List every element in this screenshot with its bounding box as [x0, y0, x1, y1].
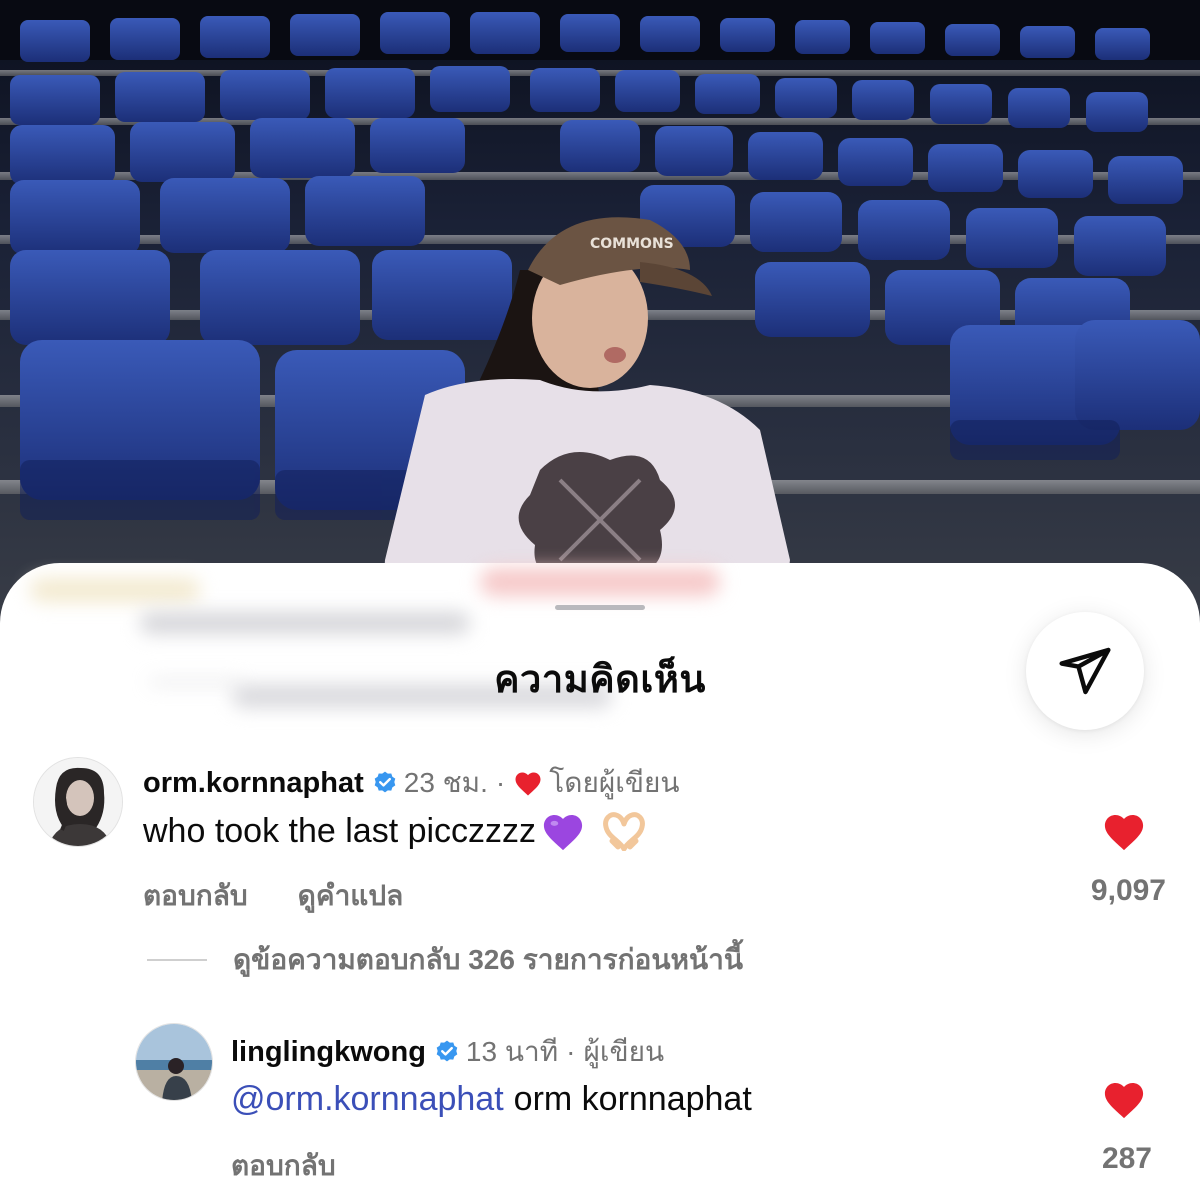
view-replies-button[interactable]: ดูข้อความตอบกลับ 326 รายการก่อนหน้านี้	[147, 938, 743, 982]
blurred-background-content	[140, 612, 470, 634]
comment-meta: linglingkwong 13 นาที · ผู้เขียน	[231, 1030, 664, 1074]
share-button[interactable]	[1026, 612, 1144, 730]
profile-photo	[34, 758, 122, 846]
avatar[interactable]	[33, 757, 123, 847]
sheet-title: ความคิดเห็น	[494, 659, 706, 701]
verified-badge-icon	[372, 770, 398, 796]
separator-dot: ·	[566, 1036, 576, 1067]
comment-text: orm kornnaphat	[513, 1080, 752, 1118]
comment-body: who took the last picczzzz	[143, 810, 648, 852]
comment-time: 13 นาที	[465, 1036, 559, 1067]
author-liked-heart-icon	[513, 769, 543, 797]
verified-badge-icon	[434, 1039, 460, 1065]
reply-button[interactable]: ตอบกลับ	[143, 874, 248, 918]
profile-photo	[136, 1024, 212, 1100]
purple-heart-emoji-icon	[540, 810, 586, 852]
stadium-seats-illustration: COMMONS	[0, 0, 1200, 640]
comment-time: 23 ชม.	[403, 767, 488, 798]
like-heart-icon[interactable]	[1101, 810, 1147, 852]
comment-username[interactable]: orm.kornnaphat	[143, 767, 364, 800]
svg-text:COMMONS: COMMONS	[590, 236, 674, 252]
comment-actions: ตอบกลับ ดูคำแปล	[143, 874, 403, 918]
see-translation-button[interactable]: ดูคำแปล	[298, 874, 404, 918]
comment-text: who took the last picczzzz	[143, 811, 537, 850]
sheet-drag-handle[interactable]	[555, 605, 645, 610]
view-replies-label: ดูข้อความตอบกลับ 326 รายการก่อนหน้านี้	[233, 944, 743, 975]
like-heart-icon[interactable]	[1101, 1078, 1147, 1120]
separator-dot: ·	[495, 767, 506, 798]
comment-username[interactable]: linglingkwong	[231, 1036, 426, 1069]
comment-actions: ตอบกลับ	[231, 1144, 336, 1181]
reply-button[interactable]: ตอบกลับ	[231, 1144, 336, 1181]
blurred-background-content	[480, 568, 720, 596]
send-icon	[1059, 647, 1111, 695]
mention-link[interactable]: @orm.kornnaphat	[231, 1080, 504, 1119]
replies-divider	[147, 959, 207, 961]
author-badge: โดยผู้เขียน	[549, 767, 680, 798]
comment-body: @orm.kornnaphat orm kornnaphat	[231, 1080, 752, 1119]
heart-hands-emoji-icon	[600, 811, 648, 851]
author-badge: ผู้เขียน	[583, 1036, 665, 1067]
blurred-background-content	[30, 578, 200, 602]
avatar[interactable]	[135, 1023, 213, 1101]
comment-meta: orm.kornnaphat 23 ชม. · โดยผู้เขียน	[143, 761, 680, 805]
like-count: 287	[1101, 1142, 1152, 1175]
post-photo: COMMONS	[0, 0, 1200, 640]
like-count: 9,097	[1090, 874, 1166, 907]
